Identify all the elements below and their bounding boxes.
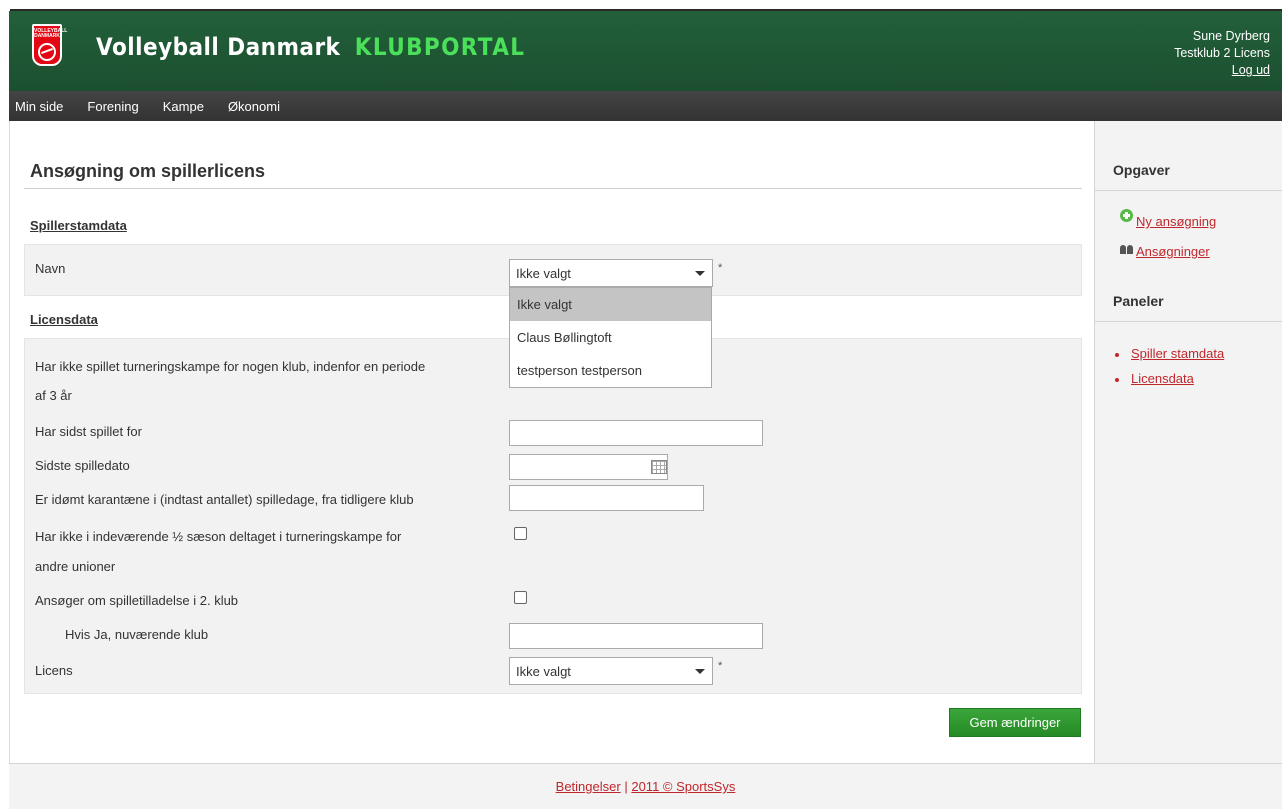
nav-item-min-side[interactable]: Min side bbox=[15, 99, 63, 114]
save-button[interactable]: Gem ændringer bbox=[949, 708, 1081, 737]
sidebar-tasks-title: Opgaver bbox=[1113, 162, 1170, 178]
last-club-input[interactable] bbox=[509, 420, 763, 446]
half-season-line1: Har ikke i indeværende ½ sæson deltaget … bbox=[35, 529, 402, 544]
main-nav: Min side Forening Kampe Økonomi bbox=[9, 91, 1282, 121]
second-club-label: Ansøger om spilletilladelse i 2. klub bbox=[35, 593, 239, 608]
app-header: VOLLEYBALL DANMARK Volleyball Danmark KLU… bbox=[9, 11, 1282, 91]
second-club-checkbox[interactable] bbox=[514, 591, 527, 604]
nav-item-okonomi[interactable]: Økonomi bbox=[228, 99, 280, 114]
brand-accent: KLUBPORTAL bbox=[354, 33, 526, 61]
license-select-value: Ikke valgt bbox=[516, 664, 571, 679]
current-club-label: Hvis Ja, nuværende klub bbox=[65, 627, 209, 642]
sidebar-panels-title: Paneler bbox=[1113, 293, 1164, 309]
brand-title: Volleyball Danmark KLUBPORTAL bbox=[96, 33, 525, 61]
q-no-matches-line2: af 3 år bbox=[35, 388, 72, 403]
volleyball-danmark-logo[interactable]: VOLLEYBALL DANMARK bbox=[32, 24, 68, 66]
section-heading-licensdata: Licensdata bbox=[30, 312, 98, 327]
brand-name: Volleyball Danmark bbox=[96, 33, 341, 61]
group-icon bbox=[1120, 242, 1134, 254]
last-date-label: Sidste spilledato bbox=[35, 458, 130, 473]
nav-item-kampe[interactable]: Kampe bbox=[163, 99, 204, 114]
nav-item-forening[interactable]: Forening bbox=[87, 99, 138, 114]
sidebar-link-licensdata[interactable]: Licensdata bbox=[1131, 371, 1194, 386]
name-label: Navn bbox=[35, 261, 66, 276]
terms-link[interactable]: Betingelser bbox=[556, 779, 621, 794]
user-box: Sune Dyrberg Testklub 2 Licens Log ud bbox=[1174, 28, 1270, 79]
sidebar-link-ansogninger[interactable]: Ansøgninger bbox=[1136, 244, 1210, 259]
required-marker: * bbox=[718, 660, 723, 672]
dropdown-option[interactable]: Ikke valgt bbox=[510, 288, 711, 321]
section-heading-spillerstamdata: Spillerstamdata bbox=[30, 218, 127, 233]
sidebar-link-spiller-stamdata[interactable]: Spiller stamdata bbox=[1131, 346, 1224, 361]
plus-circle-icon bbox=[1120, 209, 1133, 222]
sidebar-divider bbox=[1095, 321, 1282, 322]
user-name: Sune Dyrberg bbox=[1192, 29, 1270, 43]
top-border bbox=[0, 0, 1282, 11]
name-dropdown-list: Ikke valgt Claus Bøllingtoft testperson … bbox=[509, 287, 712, 388]
dropdown-option[interactable]: testperson testperson bbox=[510, 354, 711, 387]
last-date-input[interactable] bbox=[509, 454, 668, 480]
dropdown-option[interactable]: Claus Bøllingtoft bbox=[510, 321, 711, 354]
footer: Betingelser | 2011 © SportsSys bbox=[9, 763, 1282, 809]
license-select[interactable]: Ikke valgt bbox=[509, 657, 713, 685]
last-club-label: Har sidst spillet for bbox=[35, 424, 142, 439]
bullet-icon bbox=[1115, 378, 1119, 382]
volleyball-icon bbox=[38, 43, 56, 61]
required-marker: * bbox=[718, 262, 723, 274]
logout-link[interactable]: Log ud bbox=[1232, 63, 1270, 77]
quarantine-input[interactable] bbox=[509, 485, 704, 511]
footer-separator: | bbox=[624, 779, 628, 794]
chevron-down-icon bbox=[690, 660, 710, 682]
sidebar: Opgaver Ny ansøgning Ansøgninger Paneler… bbox=[1094, 121, 1282, 763]
sidebar-link-ny-ansogning[interactable]: Ny ansøgning bbox=[1136, 214, 1216, 229]
copyright-link[interactable]: 2011 © SportsSys bbox=[631, 779, 735, 794]
half-season-line2: andre unioner bbox=[35, 559, 116, 574]
logo-text: VOLLEYBALL DANMARK bbox=[34, 28, 68, 39]
quarantine-label: Er idømt karantæne i (indtast antallet) … bbox=[35, 492, 414, 507]
club-name: Testklub 2 Licens bbox=[1174, 46, 1270, 60]
page-title: Ansøgning om spillerlicens bbox=[30, 161, 266, 181]
half-season-checkbox[interactable] bbox=[514, 527, 527, 540]
bullet-icon bbox=[1115, 353, 1119, 357]
current-club-input[interactable] bbox=[509, 623, 763, 649]
name-select-value: Ikke valgt bbox=[516, 266, 571, 281]
q-no-matches-line1: Har ikke spillet turneringskampe for nog… bbox=[35, 359, 426, 374]
calendar-icon[interactable] bbox=[651, 460, 667, 474]
name-select[interactable]: Ikke valgt bbox=[509, 259, 713, 287]
title-divider bbox=[24, 188, 1082, 189]
chevron-down-icon bbox=[690, 262, 710, 284]
sidebar-divider bbox=[1095, 190, 1282, 191]
license-label: Licens bbox=[35, 663, 73, 678]
